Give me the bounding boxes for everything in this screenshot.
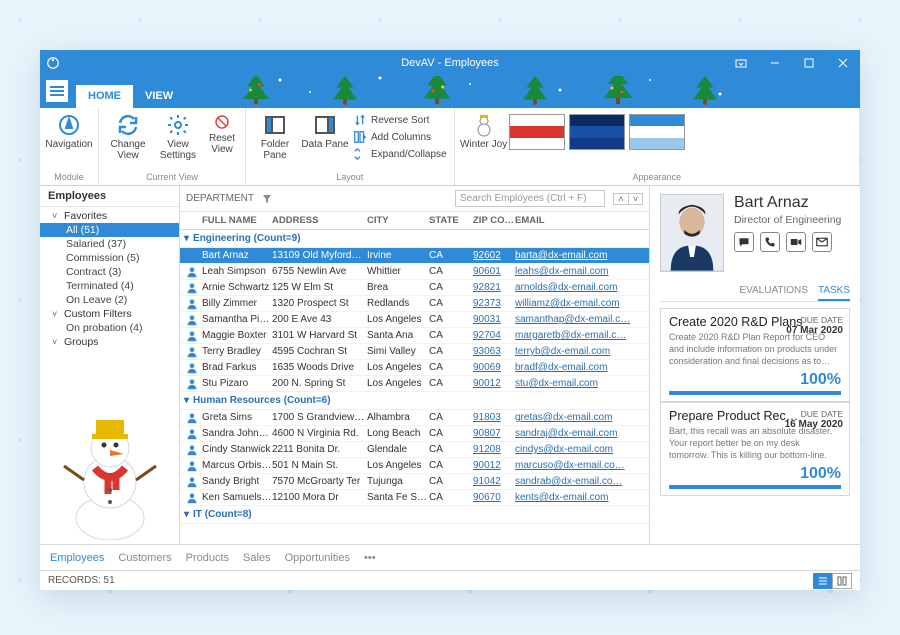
- tab-evaluations[interactable]: EVALUATIONS: [739, 282, 808, 301]
- status-bar: RECORDS: 51: [40, 570, 860, 590]
- view-card-button[interactable]: [832, 573, 852, 589]
- group-filter-icon[interactable]: [262, 194, 272, 204]
- sidebar-header: Employees: [40, 186, 179, 207]
- navigation-button[interactable]: Navigation: [44, 110, 94, 150]
- decorative-trees: [220, 76, 790, 108]
- hamburger-button[interactable]: [46, 80, 68, 102]
- table-row[interactable]: Cindy Stanwick2211 Bonita Dr.GlendaleCA9…: [180, 442, 649, 458]
- nav-products[interactable]: Products: [186, 552, 229, 564]
- table-row[interactable]: Leah Simpson6755 Newlin AveWhittierCA906…: [180, 264, 649, 280]
- video-button[interactable]: [786, 232, 806, 252]
- record-count: RECORDS: 51: [48, 575, 115, 586]
- tree-item[interactable]: On Leave (2): [40, 293, 179, 307]
- nav-more[interactable]: •••: [364, 552, 376, 564]
- tree-item[interactable]: All (51): [40, 223, 179, 237]
- avatar: [660, 194, 724, 272]
- table-row[interactable]: Ken Samuelson12100 Mora DrSanta Fe Sprin…: [180, 490, 649, 506]
- table-row[interactable]: Sandy Bright7570 McGroarty TerTujungaCA9…: [180, 474, 649, 490]
- grid-panel: DEPARTMENT Search Employees (Ctrl + F) ˄…: [180, 186, 650, 544]
- theme-button[interactable]: Winter Joy: [459, 110, 509, 150]
- mail-icon: [816, 236, 828, 248]
- ribbon: Navigation Module Change View View Setti…: [40, 108, 860, 186]
- table-row[interactable]: Terry Bradley4595 Cochran StSimi ValleyC…: [180, 344, 649, 360]
- nav-customers[interactable]: Customers: [118, 552, 171, 564]
- app-window: DevAV - Employees HOME VIEW: [40, 50, 860, 590]
- table-row[interactable]: Sandra Johnson4600 N Virginia Rd.Long Be…: [180, 426, 649, 442]
- reset-icon: [213, 113, 231, 131]
- pane-left-icon: [263, 113, 287, 137]
- nav-sales[interactable]: Sales: [243, 552, 271, 564]
- table-row[interactable]: Stu Pizaro200 N. Spring StLos AngelesCA9…: [180, 376, 649, 392]
- tab-tasks[interactable]: TASKS: [818, 282, 850, 301]
- table-row[interactable]: Marcus Orbison501 N Main St.Los AngelesC…: [180, 458, 649, 474]
- table-row[interactable]: Billy Zimmer1320 Prospect StRedlandsCA92…: [180, 296, 649, 312]
- reverse-sort-button[interactable]: Reverse Sort: [350, 112, 450, 128]
- tree-item[interactable]: Terminated (4): [40, 279, 179, 293]
- table-row[interactable]: Bart Arnaz13109 Old Myford…IrvineCA92602…: [180, 248, 649, 264]
- snowman-icon: [472, 113, 496, 137]
- tree-item[interactable]: On probation (4): [40, 321, 179, 335]
- expand-collapse-button[interactable]: Expand/Collapse: [350, 146, 450, 162]
- snowman-decoration: [50, 390, 170, 540]
- gear-icon: [166, 113, 190, 137]
- pane-right-icon: [313, 113, 337, 137]
- tree-group[interactable]: ˅Favorites: [40, 209, 179, 223]
- reset-view-button[interactable]: Reset View: [203, 110, 241, 155]
- folder-pane-button[interactable]: Folder Pane: [250, 110, 300, 161]
- compass-icon: [57, 113, 81, 137]
- table-row[interactable]: Brad Farkus1635 Woods DriveLos AngelesCA…: [180, 360, 649, 376]
- group-row[interactable]: ▾ Human Resources (Count=6): [180, 392, 649, 410]
- chat-button[interactable]: [734, 232, 754, 252]
- task-card[interactable]: DUE DATE07 Mar 2020Create 2020 R&D Plans…: [660, 308, 850, 402]
- tree-item[interactable]: Salaried (37): [40, 237, 179, 251]
- tree-item[interactable]: Contract (3): [40, 265, 179, 279]
- group-row[interactable]: ▾ IT (Count=8): [180, 506, 649, 524]
- column-headers[interactable]: FULL NAMEADDRESSCITYSTATEZIP CO…EMAIL: [180, 212, 649, 230]
- video-icon: [790, 236, 802, 248]
- table-row[interactable]: Greta Sims1700 S Grandview…AlhambraCA918…: [180, 410, 649, 426]
- search-nav[interactable]: ˄˅: [613, 193, 643, 205]
- ribbon-tabstrip: HOME VIEW: [40, 76, 860, 108]
- phone-icon: [764, 236, 776, 248]
- detail-pane: Bart Arnaz Director of Engineering EVALU…: [650, 186, 860, 544]
- data-pane-button[interactable]: Data Pane: [300, 110, 350, 150]
- theme-swatches[interactable]: [509, 110, 685, 150]
- view-list-button[interactable]: [813, 573, 833, 589]
- sidebar: Employees ˅FavoritesAll (51)Salaried (37…: [40, 186, 180, 544]
- columns-icon: [353, 130, 367, 144]
- table-row[interactable]: Arnie Schwartz125 W Elm StBreaCA92821arn…: [180, 280, 649, 296]
- ribbon-tab-home[interactable]: HOME: [76, 85, 133, 108]
- nav-employees[interactable]: Employees: [50, 552, 104, 564]
- task-card[interactable]: DUE DATE16 May 2020Prepare Product Rec…B…: [660, 402, 850, 496]
- sidebar-tree: ˅FavoritesAll (51)Salaried (37)Commissio…: [40, 207, 179, 351]
- refresh-icon: [116, 113, 140, 137]
- tree-group[interactable]: ˅Custom Filters: [40, 307, 179, 321]
- nav-opportunities[interactable]: Opportunities: [285, 552, 350, 564]
- tree-item[interactable]: Commission (5): [40, 251, 179, 265]
- sort-icon: [353, 113, 367, 127]
- ribbon-tab-view[interactable]: VIEW: [133, 85, 185, 108]
- mail-button[interactable]: [812, 232, 832, 252]
- call-button[interactable]: [760, 232, 780, 252]
- tree-group[interactable]: ˅Groups: [40, 335, 179, 349]
- table-row[interactable]: Maggie Boxter3101 W Harvard StSanta AnaC…: [180, 328, 649, 344]
- group-by-label[interactable]: DEPARTMENT: [186, 193, 254, 204]
- window-title: DevAV - Employees: [40, 57, 860, 69]
- titlebar: DevAV - Employees: [40, 50, 860, 76]
- expand-icon: [353, 147, 367, 161]
- view-settings-button[interactable]: View Settings: [153, 110, 203, 161]
- add-columns-button[interactable]: Add Columns: [350, 129, 450, 145]
- table-row[interactable]: Samantha Piper200 E Ave 43Los AngelesCA9…: [180, 312, 649, 328]
- chat-icon: [738, 236, 750, 248]
- search-input[interactable]: Search Employees (Ctrl + F): [455, 190, 605, 207]
- employee-role: Director of Engineering: [734, 214, 841, 226]
- employee-name: Bart Arnaz: [734, 194, 841, 212]
- group-row[interactable]: ▾ Engineering (Count=9): [180, 230, 649, 248]
- change-view-button[interactable]: Change View: [103, 110, 153, 161]
- bottom-nav: Employees Customers Products Sales Oppor…: [40, 544, 860, 570]
